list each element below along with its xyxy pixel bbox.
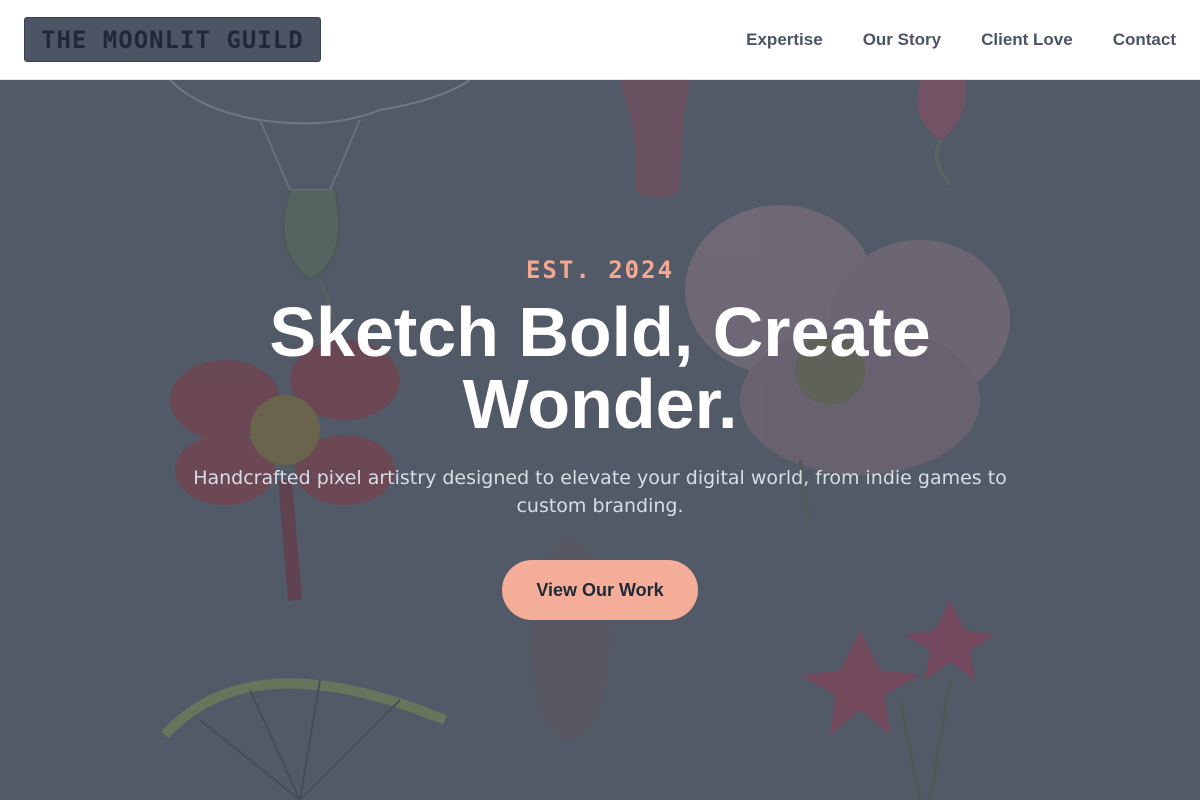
hero-subtitle: Handcrafted pixel artistry designed to e… xyxy=(193,467,1007,517)
established-label: EST. 2024 xyxy=(525,256,675,284)
nav-link-contact[interactable]: Contact xyxy=(1113,30,1176,50)
view-work-button[interactable]: View Our Work xyxy=(502,560,698,620)
hero-headline: Sketch Bold, Create Wonder. xyxy=(269,293,931,443)
nav-link-expertise[interactable]: Expertise xyxy=(746,30,823,50)
nav-link-our-story[interactable]: Our Story xyxy=(863,30,941,50)
nav-link-client-love[interactable]: Client Love xyxy=(981,30,1073,50)
site-header: THE MOONLIT GUILD Expertise Our Story Cl… xyxy=(0,0,1200,80)
main-nav: Expertise Our Story Client Love Contact xyxy=(746,30,1176,50)
hero-content: EST. 2024 Sketch Bold, Create Wonder. Ha… xyxy=(0,80,1200,800)
site-logo[interactable]: THE MOONLIT GUILD xyxy=(24,17,321,62)
